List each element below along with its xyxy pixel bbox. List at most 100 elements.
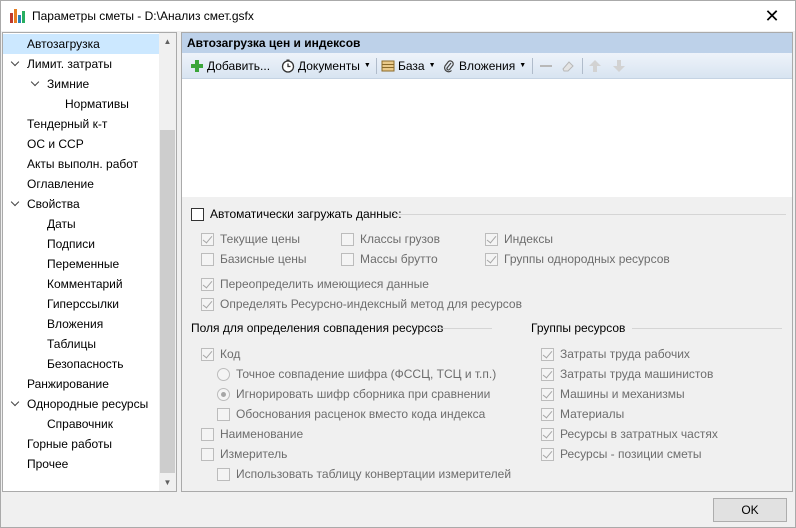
option-label: Затраты труда машинистов bbox=[560, 367, 714, 381]
scroll-up-icon[interactable]: ▲ bbox=[159, 33, 176, 50]
match-fields-title: Поля для определения совпадения ресурсов bbox=[191, 321, 444, 335]
option-label: Группы однородных ресурсов bbox=[504, 252, 670, 266]
tree-item-label: Нормативы bbox=[65, 97, 129, 111]
checkbox-box bbox=[541, 347, 554, 361]
tree-scrollbar[interactable]: ▲ ▼ bbox=[159, 33, 176, 491]
checkbox-box bbox=[341, 252, 354, 266]
checkbox-box bbox=[201, 427, 214, 441]
checkbox-box bbox=[217, 467, 230, 481]
checkbox-box bbox=[341, 232, 354, 246]
chevron-down-icon[interactable] bbox=[11, 199, 21, 209]
option-label: Обоснования расценок вместо кода индекса bbox=[236, 407, 486, 421]
base-prices-checkbox[interactable]: Базисные цены bbox=[201, 252, 307, 266]
checkbox-box bbox=[201, 297, 214, 311]
tree-item-label: Безопасность bbox=[47, 357, 124, 371]
close-button[interactable]: ✕ bbox=[749, 1, 795, 31]
paperclip-icon bbox=[442, 59, 456, 73]
settings-panel: Автозагрузка цен и индексов Добавить... … bbox=[181, 32, 793, 492]
toolbar: Добавить... Документы ▼ База ▼ Вложения … bbox=[182, 53, 792, 79]
unit-conversion-checkbox[interactable]: Использовать таблицу конвертации измерит… bbox=[217, 467, 511, 481]
checkbox-box bbox=[201, 232, 214, 246]
chevron-down-icon: ▼ bbox=[428, 62, 436, 69]
chevron-down-icon[interactable] bbox=[11, 399, 21, 409]
override-data-checkbox[interactable]: Переопределить имеющиеся данные bbox=[201, 277, 429, 291]
tree-item-label: Однородные ресурсы bbox=[27, 397, 149, 411]
remove-button[interactable] bbox=[539, 57, 553, 75]
checkbox-box bbox=[541, 387, 554, 401]
resource-group-checkbox[interactable]: Материалы bbox=[541, 407, 624, 421]
checkbox-box bbox=[541, 447, 554, 461]
cargo-classes-checkbox[interactable]: Классы грузов bbox=[341, 232, 440, 246]
tree-item-label: Свойства bbox=[27, 197, 80, 211]
base-button[interactable]: База ▼ bbox=[381, 57, 436, 75]
tree-item-label: Даты bbox=[47, 217, 76, 231]
option-label: Ресурсы - позиции сметы bbox=[560, 447, 702, 461]
autoload-label: Автоматически загружать данные: bbox=[210, 207, 402, 221]
indices-checkbox[interactable]: Индексы bbox=[485, 232, 553, 246]
scroll-down-icon[interactable]: ▼ bbox=[159, 474, 176, 491]
tree-item-label: ОС и ССР bbox=[27, 137, 84, 151]
option-label: Материалы bbox=[560, 407, 625, 421]
checkbox-box bbox=[201, 447, 214, 461]
tree-item-label: Таблицы bbox=[47, 337, 97, 351]
resource-group-checkbox[interactable]: Ресурсы - позиции сметы bbox=[541, 447, 701, 461]
tree-item-label: Гиперссылки bbox=[47, 297, 119, 311]
gross-mass-checkbox[interactable]: Массы брутто bbox=[341, 252, 438, 266]
clear-button[interactable] bbox=[561, 57, 575, 75]
tree-item-label: Автозагрузка bbox=[27, 37, 100, 51]
option-label: Затраты труда рабочих bbox=[560, 347, 690, 361]
exact-match-radio[interactable]: Точное совпадение шифра (ФССЦ, ТСЦ и т.п… bbox=[217, 367, 496, 381]
tree-item-label: Подписи bbox=[47, 237, 95, 251]
title-bar: Параметры сметы - D:\Анализ смет.gsfx ✕ bbox=[1, 1, 795, 31]
move-down-button[interactable] bbox=[612, 57, 626, 75]
tree-item-label: Акты выполн. работ bbox=[27, 157, 139, 171]
resource-groups-title: Группы ресурсов bbox=[531, 321, 626, 335]
option-label: Наименование bbox=[220, 427, 304, 441]
tree-item-label: Комментарий bbox=[47, 277, 123, 291]
option-label: Машины и механизмы bbox=[560, 387, 685, 401]
ok-button[interactable]: OK bbox=[713, 498, 787, 522]
checkbox-box bbox=[541, 427, 554, 441]
documents-button[interactable]: Документы ▼ bbox=[281, 57, 371, 75]
price-sources-list[interactable] bbox=[182, 79, 792, 197]
tree-item-label: Вложения bbox=[47, 317, 104, 331]
checkbox-box bbox=[541, 407, 554, 421]
name-checkbox[interactable]: Наименование bbox=[201, 427, 303, 441]
autoload-checkbox[interactable]: Автоматически загружать данные: bbox=[191, 207, 402, 221]
scroll-thumb[interactable] bbox=[160, 130, 175, 473]
database-icon bbox=[381, 59, 395, 73]
chevron-down-icon[interactable] bbox=[31, 79, 41, 89]
attachments-button[interactable]: Вложения ▼ bbox=[442, 57, 526, 75]
ignore-code-radio[interactable]: Игнорировать шифр сборника при сравнении bbox=[217, 387, 490, 401]
checkbox-box[interactable] bbox=[191, 207, 204, 221]
chevron-down-icon: ▼ bbox=[363, 62, 371, 69]
resource-group-checkbox[interactable]: Затраты труда машинистов bbox=[541, 367, 713, 381]
chevron-down-icon[interactable] bbox=[11, 59, 21, 69]
tree-item-label: Тендерный к-т bbox=[27, 117, 108, 131]
move-up-button[interactable] bbox=[588, 57, 602, 75]
add-button[interactable]: Добавить... bbox=[190, 57, 270, 75]
checkbox-box bbox=[201, 277, 214, 291]
resource-index-method-checkbox[interactable]: Определять Ресурсно-индексный метод для … bbox=[201, 297, 522, 311]
minus-icon bbox=[539, 59, 553, 73]
group-divider bbox=[428, 328, 492, 329]
resource-group-checkbox[interactable]: Затраты труда рабочих bbox=[541, 347, 690, 361]
toolbar-separator bbox=[582, 58, 583, 74]
current-prices-checkbox[interactable]: Текущие цены bbox=[201, 232, 300, 246]
justification-checkbox[interactable]: Обоснования расценок вместо кода индекса bbox=[217, 407, 485, 421]
attachments-button-label: Вложения bbox=[459, 59, 516, 73]
toolbar-separator bbox=[376, 58, 377, 74]
option-label: Базисные цены bbox=[220, 252, 307, 266]
code-checkbox[interactable]: Код bbox=[201, 347, 240, 361]
resource-groups-checkbox[interactable]: Группы однородных ресурсов bbox=[485, 252, 670, 266]
checkbox-box bbox=[201, 252, 214, 266]
panel-title: Автозагрузка цен и индексов bbox=[182, 33, 792, 53]
tree-item[interactable]: Автозагрузка bbox=[3, 34, 159, 54]
unit-checkbox[interactable]: Измеритель bbox=[201, 447, 287, 461]
resource-group-checkbox[interactable]: Машины и механизмы bbox=[541, 387, 685, 401]
tree-item-label: Ранжирование bbox=[27, 377, 109, 391]
checkbox-box bbox=[485, 232, 498, 246]
option-label: Игнорировать шифр сборника при сравнении bbox=[236, 387, 491, 401]
resource-group-checkbox[interactable]: Ресурсы в затратных частях bbox=[541, 427, 718, 441]
tree-item-label: Зимние bbox=[47, 77, 90, 91]
